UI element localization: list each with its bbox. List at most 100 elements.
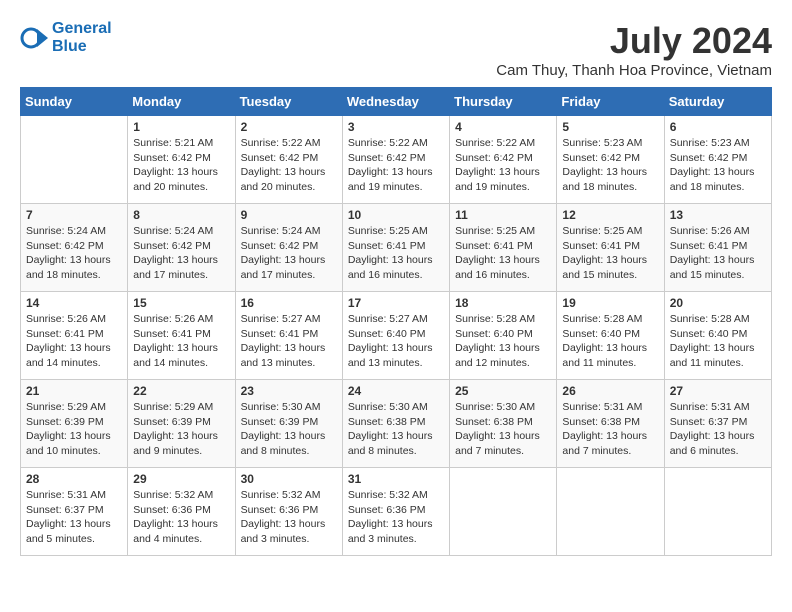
day-number: 23	[241, 384, 337, 398]
week-row-2: 7Sunrise: 5:24 AM Sunset: 6:42 PM Daylig…	[21, 204, 772, 292]
calendar-cell: 27 Sunrise: 5:31 AM Sunset: 6:37 PM Dayli…	[664, 380, 771, 468]
day-info: Sunrise: 5:26 AM Sunset: 6:41 PM Dayligh…	[26, 312, 122, 371]
calendar-cell: 30 Sunrise: 5:32 AM Sunset: 6:36 PM Dayli…	[235, 468, 342, 556]
header-saturday: Saturday	[664, 88, 771, 116]
day-number: 29	[133, 472, 229, 486]
day-info: Sunrise: 5:30 AM Sunset: 6:38 PM Dayligh…	[348, 400, 444, 459]
calendar-cell: 21Sunrise: 5:29 AM Sunset: 6:39 PM Dayli…	[21, 380, 128, 468]
logo: General Blue	[20, 20, 112, 56]
calendar-cell: 24 Sunrise: 5:30 AM Sunset: 6:38 PM Dayli…	[342, 380, 449, 468]
day-number: 25	[455, 384, 551, 398]
calendar-cell: 4 Sunrise: 5:22 AM Sunset: 6:42 PM Daylig…	[450, 116, 557, 204]
day-number: 1	[133, 120, 229, 134]
day-number: 22	[133, 384, 229, 398]
day-number: 8	[133, 208, 229, 222]
week-row-5: 28 Sunrise: 5:31 AM Sunset: 6:37 PM Dayli…	[21, 468, 772, 556]
day-number: 20	[670, 296, 766, 310]
header-wednesday: Wednesday	[342, 88, 449, 116]
calendar-cell: 14Sunrise: 5:26 AM Sunset: 6:41 PM Dayli…	[21, 292, 128, 380]
calendar-cell	[664, 468, 771, 556]
day-number: 2	[241, 120, 337, 134]
header-thursday: Thursday	[450, 88, 557, 116]
calendar-cell: 22 Sunrise: 5:29 AM Sunset: 6:39 PM Dayli…	[128, 380, 235, 468]
header-tuesday: Tuesday	[235, 88, 342, 116]
calendar-cell: 23Sunrise: 5:30 AM Sunset: 6:39 PM Dayli…	[235, 380, 342, 468]
day-info: Sunrise: 5:31 AM Sunset: 6:37 PM Dayligh…	[26, 488, 122, 547]
day-number: 12	[562, 208, 658, 222]
calendar-table: SundayMondayTuesdayWednesdayThursdayFrid…	[20, 87, 772, 556]
day-info: Sunrise: 5:25 AM Sunset: 6:41 PM Dayligh…	[455, 224, 551, 283]
day-info: Sunrise: 5:25 AM Sunset: 6:41 PM Dayligh…	[562, 224, 658, 283]
header-friday: Friday	[557, 88, 664, 116]
day-info: Sunrise: 5:24 AM Sunset: 6:42 PM Dayligh…	[133, 224, 229, 283]
logo-icon	[20, 24, 48, 52]
title-area: July 2024 Cam Thuy, Thanh Hoa Province, …	[496, 20, 772, 79]
day-info: Sunrise: 5:32 AM Sunset: 6:36 PM Dayligh…	[348, 488, 444, 547]
header-monday: Monday	[128, 88, 235, 116]
calendar-cell: 8 Sunrise: 5:24 AM Sunset: 6:42 PM Daylig…	[128, 204, 235, 292]
day-info: Sunrise: 5:21 AM Sunset: 6:42 PM Dayligh…	[133, 136, 229, 195]
day-number: 13	[670, 208, 766, 222]
day-number: 6	[670, 120, 766, 134]
day-info: Sunrise: 5:28 AM Sunset: 6:40 PM Dayligh…	[455, 312, 551, 371]
calendar-cell: 7Sunrise: 5:24 AM Sunset: 6:42 PM Daylig…	[21, 204, 128, 292]
day-info: Sunrise: 5:29 AM Sunset: 6:39 PM Dayligh…	[26, 400, 122, 459]
calendar-cell: 11 Sunrise: 5:25 AM Sunset: 6:41 PM Dayli…	[450, 204, 557, 292]
calendar-cell: 2 Sunrise: 5:22 AM Sunset: 6:42 PM Daylig…	[235, 116, 342, 204]
day-info: Sunrise: 5:30 AM Sunset: 6:38 PM Dayligh…	[455, 400, 551, 459]
day-info: Sunrise: 5:22 AM Sunset: 6:42 PM Dayligh…	[241, 136, 337, 195]
header-sunday: Sunday	[21, 88, 128, 116]
calendar-cell: 15Sunrise: 5:26 AM Sunset: 6:41 PM Dayli…	[128, 292, 235, 380]
day-number: 11	[455, 208, 551, 222]
day-info: Sunrise: 5:32 AM Sunset: 6:36 PM Dayligh…	[241, 488, 337, 547]
day-number: 26	[562, 384, 658, 398]
day-info: Sunrise: 5:31 AM Sunset: 6:37 PM Dayligh…	[670, 400, 766, 459]
calendar-cell: 6 Sunrise: 5:23 AM Sunset: 6:42 PM Daylig…	[664, 116, 771, 204]
day-number: 24	[348, 384, 444, 398]
day-info: Sunrise: 5:27 AM Sunset: 6:41 PM Dayligh…	[241, 312, 337, 371]
day-info: Sunrise: 5:29 AM Sunset: 6:39 PM Dayligh…	[133, 400, 229, 459]
calendar-cell	[450, 468, 557, 556]
day-number: 27	[670, 384, 766, 398]
day-number: 3	[348, 120, 444, 134]
day-number: 17	[348, 296, 444, 310]
day-info: Sunrise: 5:28 AM Sunset: 6:40 PM Dayligh…	[670, 312, 766, 371]
calendar-cell: 19Sunrise: 5:28 AM Sunset: 6:40 PM Dayli…	[557, 292, 664, 380]
header-row: SundayMondayTuesdayWednesdayThursdayFrid…	[21, 88, 772, 116]
location-subtitle: Cam Thuy, Thanh Hoa Province, Vietnam	[496, 62, 772, 79]
calendar-cell: 28 Sunrise: 5:31 AM Sunset: 6:37 PM Dayli…	[21, 468, 128, 556]
week-row-1: 1 Sunrise: 5:21 AM Sunset: 6:42 PM Daylig…	[21, 116, 772, 204]
calendar-cell: 31 Sunrise: 5:32 AM Sunset: 6:36 PM Dayli…	[342, 468, 449, 556]
calendar-cell	[21, 116, 128, 204]
calendar-cell: 3 Sunrise: 5:22 AM Sunset: 6:42 PM Daylig…	[342, 116, 449, 204]
calendar-cell: 5Sunrise: 5:23 AM Sunset: 6:42 PM Daylig…	[557, 116, 664, 204]
day-info: Sunrise: 5:32 AM Sunset: 6:36 PM Dayligh…	[133, 488, 229, 547]
calendar-cell: 10 Sunrise: 5:25 AM Sunset: 6:41 PM Dayli…	[342, 204, 449, 292]
calendar-cell: 25 Sunrise: 5:30 AM Sunset: 6:38 PM Dayli…	[450, 380, 557, 468]
week-row-3: 14Sunrise: 5:26 AM Sunset: 6:41 PM Dayli…	[21, 292, 772, 380]
calendar-cell: 17 Sunrise: 5:27 AM Sunset: 6:40 PM Dayli…	[342, 292, 449, 380]
day-number: 16	[241, 296, 337, 310]
day-number: 30	[241, 472, 337, 486]
calendar-cell	[557, 468, 664, 556]
day-info: Sunrise: 5:22 AM Sunset: 6:42 PM Dayligh…	[348, 136, 444, 195]
month-title: July 2024	[496, 20, 772, 62]
day-info: Sunrise: 5:28 AM Sunset: 6:40 PM Dayligh…	[562, 312, 658, 371]
day-info: Sunrise: 5:31 AM Sunset: 6:38 PM Dayligh…	[562, 400, 658, 459]
day-number: 31	[348, 472, 444, 486]
day-number: 10	[348, 208, 444, 222]
calendar-cell: 12 Sunrise: 5:25 AM Sunset: 6:41 PM Dayli…	[557, 204, 664, 292]
calendar-cell: 26 Sunrise: 5:31 AM Sunset: 6:38 PM Dayli…	[557, 380, 664, 468]
day-info: Sunrise: 5:26 AM Sunset: 6:41 PM Dayligh…	[133, 312, 229, 371]
day-number: 4	[455, 120, 551, 134]
day-info: Sunrise: 5:24 AM Sunset: 6:42 PM Dayligh…	[26, 224, 122, 283]
day-number: 28	[26, 472, 122, 486]
day-info: Sunrise: 5:23 AM Sunset: 6:42 PM Dayligh…	[670, 136, 766, 195]
day-info: Sunrise: 5:27 AM Sunset: 6:40 PM Dayligh…	[348, 312, 444, 371]
day-info: Sunrise: 5:24 AM Sunset: 6:42 PM Dayligh…	[241, 224, 337, 283]
day-info: Sunrise: 5:25 AM Sunset: 6:41 PM Dayligh…	[348, 224, 444, 283]
day-info: Sunrise: 5:22 AM Sunset: 6:42 PM Dayligh…	[455, 136, 551, 195]
calendar-cell: 16 Sunrise: 5:27 AM Sunset: 6:41 PM Dayli…	[235, 292, 342, 380]
calendar-cell: 20 Sunrise: 5:28 AM Sunset: 6:40 PM Dayli…	[664, 292, 771, 380]
day-number: 18	[455, 296, 551, 310]
